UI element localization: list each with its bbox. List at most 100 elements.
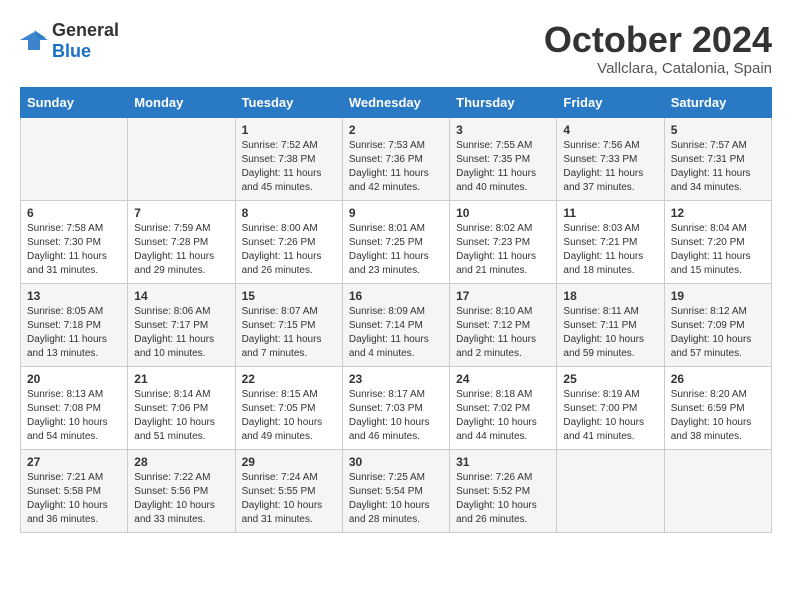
calendar-cell: [128, 117, 235, 200]
day-info: Sunrise: 8:05 AMSunset: 7:18 PMDaylight:…: [27, 305, 121, 361]
day-info: Sunrise: 7:25 AMSunset: 5:54 PMDaylight:…: [349, 471, 443, 527]
day-number: 10: [456, 206, 550, 220]
calendar-cell: 1 Sunrise: 7:52 AMSunset: 7:38 PMDayligh…: [235, 117, 342, 200]
day-number: 22: [242, 372, 336, 386]
calendar-cell: 13 Sunrise: 8:05 AMSunset: 7:18 PMDaylig…: [21, 283, 128, 366]
day-number: 13: [27, 289, 121, 303]
day-info: Sunrise: 7:57 AMSunset: 7:31 PMDaylight:…: [671, 139, 765, 195]
calendar-cell: 26 Sunrise: 8:20 AMSunset: 6:59 PMDaylig…: [664, 366, 771, 449]
day-number: 28: [134, 455, 228, 469]
header-tuesday: Tuesday: [235, 87, 342, 117]
day-number: 18: [563, 289, 657, 303]
day-info: Sunrise: 8:06 AMSunset: 7:17 PMDaylight:…: [134, 305, 228, 361]
day-number: 12: [671, 206, 765, 220]
day-info: Sunrise: 7:21 AMSunset: 5:58 PMDaylight:…: [27, 471, 121, 527]
day-info: Sunrise: 8:00 AMSunset: 7:26 PMDaylight:…: [242, 222, 336, 278]
day-number: 29: [242, 455, 336, 469]
day-info: Sunrise: 8:02 AMSunset: 7:23 PMDaylight:…: [456, 222, 550, 278]
header-wednesday: Wednesday: [342, 87, 449, 117]
calendar-week-3: 13 Sunrise: 8:05 AMSunset: 7:18 PMDaylig…: [21, 283, 772, 366]
day-number: 15: [242, 289, 336, 303]
logo: General Blue: [20, 20, 119, 62]
header-thursday: Thursday: [450, 87, 557, 117]
header-saturday: Saturday: [664, 87, 771, 117]
calendar-cell: 8 Sunrise: 8:00 AMSunset: 7:26 PMDayligh…: [235, 200, 342, 283]
day-info: Sunrise: 8:04 AMSunset: 7:20 PMDaylight:…: [671, 222, 765, 278]
day-info: Sunrise: 7:26 AMSunset: 5:52 PMDaylight:…: [456, 471, 550, 527]
day-info: Sunrise: 7:53 AMSunset: 7:36 PMDaylight:…: [349, 139, 443, 195]
month-title: October 2024: [544, 20, 772, 60]
calendar-cell: 15 Sunrise: 8:07 AMSunset: 7:15 PMDaylig…: [235, 283, 342, 366]
calendar-cell: 17 Sunrise: 8:10 AMSunset: 7:12 PMDaylig…: [450, 283, 557, 366]
day-info: Sunrise: 8:19 AMSunset: 7:00 PMDaylight:…: [563, 388, 657, 444]
day-number: 4: [563, 123, 657, 137]
day-number: 26: [671, 372, 765, 386]
day-info: Sunrise: 8:18 AMSunset: 7:02 PMDaylight:…: [456, 388, 550, 444]
calendar-cell: 16 Sunrise: 8:09 AMSunset: 7:14 PMDaylig…: [342, 283, 449, 366]
logo-text: General Blue: [52, 20, 119, 62]
day-info: Sunrise: 7:55 AMSunset: 7:35 PMDaylight:…: [456, 139, 550, 195]
day-info: Sunrise: 8:15 AMSunset: 7:05 PMDaylight:…: [242, 388, 336, 444]
title-block: October 2024 Vallclara, Catalonia, Spain: [544, 20, 772, 77]
header-monday: Monday: [128, 87, 235, 117]
calendar-cell: 7 Sunrise: 7:59 AMSunset: 7:28 PMDayligh…: [128, 200, 235, 283]
day-info: Sunrise: 7:24 AMSunset: 5:55 PMDaylight:…: [242, 471, 336, 527]
calendar-week-2: 6 Sunrise: 7:58 AMSunset: 7:30 PMDayligh…: [21, 200, 772, 283]
calendar-cell: 12 Sunrise: 8:04 AMSunset: 7:20 PMDaylig…: [664, 200, 771, 283]
day-info: Sunrise: 8:11 AMSunset: 7:11 PMDaylight:…: [563, 305, 657, 361]
day-number: 20: [27, 372, 121, 386]
day-number: 16: [349, 289, 443, 303]
day-number: 5: [671, 123, 765, 137]
day-number: 1: [242, 123, 336, 137]
header-sunday: Sunday: [21, 87, 128, 117]
calendar-cell: 27 Sunrise: 7:21 AMSunset: 5:58 PMDaylig…: [21, 449, 128, 532]
day-info: Sunrise: 7:56 AMSunset: 7:33 PMDaylight:…: [563, 139, 657, 195]
day-number: 23: [349, 372, 443, 386]
calendar-cell: 29 Sunrise: 7:24 AMSunset: 5:55 PMDaylig…: [235, 449, 342, 532]
day-number: 7: [134, 206, 228, 220]
day-info: Sunrise: 7:58 AMSunset: 7:30 PMDaylight:…: [27, 222, 121, 278]
day-info: Sunrise: 8:13 AMSunset: 7:08 PMDaylight:…: [27, 388, 121, 444]
calendar-cell: 9 Sunrise: 8:01 AMSunset: 7:25 PMDayligh…: [342, 200, 449, 283]
day-info: Sunrise: 8:03 AMSunset: 7:21 PMDaylight:…: [563, 222, 657, 278]
day-number: 6: [27, 206, 121, 220]
header-row: Sunday Monday Tuesday Wednesday Thursday…: [21, 87, 772, 117]
calendar-cell: 3 Sunrise: 7:55 AMSunset: 7:35 PMDayligh…: [450, 117, 557, 200]
calendar-week-5: 27 Sunrise: 7:21 AMSunset: 5:58 PMDaylig…: [21, 449, 772, 532]
logo-bird-icon: [20, 30, 48, 52]
calendar-cell: 19 Sunrise: 8:12 AMSunset: 7:09 PMDaylig…: [664, 283, 771, 366]
calendar-cell: 22 Sunrise: 8:15 AMSunset: 7:05 PMDaylig…: [235, 366, 342, 449]
day-number: 24: [456, 372, 550, 386]
day-number: 30: [349, 455, 443, 469]
day-info: Sunrise: 8:09 AMSunset: 7:14 PMDaylight:…: [349, 305, 443, 361]
page-header: General Blue October 2024 Vallclara, Cat…: [20, 20, 772, 77]
calendar-cell: 18 Sunrise: 8:11 AMSunset: 7:11 PMDaylig…: [557, 283, 664, 366]
day-info: Sunrise: 8:12 AMSunset: 7:09 PMDaylight:…: [671, 305, 765, 361]
calendar-cell: 11 Sunrise: 8:03 AMSunset: 7:21 PMDaylig…: [557, 200, 664, 283]
day-info: Sunrise: 7:22 AMSunset: 5:56 PMDaylight:…: [134, 471, 228, 527]
calendar-week-1: 1 Sunrise: 7:52 AMSunset: 7:38 PMDayligh…: [21, 117, 772, 200]
day-info: Sunrise: 8:07 AMSunset: 7:15 PMDaylight:…: [242, 305, 336, 361]
day-number: 8: [242, 206, 336, 220]
day-info: Sunrise: 8:14 AMSunset: 7:06 PMDaylight:…: [134, 388, 228, 444]
day-info: Sunrise: 8:10 AMSunset: 7:12 PMDaylight:…: [456, 305, 550, 361]
calendar-cell: 14 Sunrise: 8:06 AMSunset: 7:17 PMDaylig…: [128, 283, 235, 366]
day-number: 21: [134, 372, 228, 386]
day-info: Sunrise: 7:52 AMSunset: 7:38 PMDaylight:…: [242, 139, 336, 195]
calendar-cell: 25 Sunrise: 8:19 AMSunset: 7:00 PMDaylig…: [557, 366, 664, 449]
day-info: Sunrise: 8:01 AMSunset: 7:25 PMDaylight:…: [349, 222, 443, 278]
day-number: 3: [456, 123, 550, 137]
calendar-cell: 10 Sunrise: 8:02 AMSunset: 7:23 PMDaylig…: [450, 200, 557, 283]
logo-general: General: [52, 20, 119, 40]
day-number: 25: [563, 372, 657, 386]
calendar-cell: 4 Sunrise: 7:56 AMSunset: 7:33 PMDayligh…: [557, 117, 664, 200]
day-number: 31: [456, 455, 550, 469]
logo-blue: Blue: [52, 41, 91, 61]
calendar-cell: 2 Sunrise: 7:53 AMSunset: 7:36 PMDayligh…: [342, 117, 449, 200]
calendar-cell: 24 Sunrise: 8:18 AMSunset: 7:02 PMDaylig…: [450, 366, 557, 449]
calendar-table: Sunday Monday Tuesday Wednesday Thursday…: [20, 87, 772, 533]
calendar-cell: 30 Sunrise: 7:25 AMSunset: 5:54 PMDaylig…: [342, 449, 449, 532]
calendar-week-4: 20 Sunrise: 8:13 AMSunset: 7:08 PMDaylig…: [21, 366, 772, 449]
day-number: 27: [27, 455, 121, 469]
day-info: Sunrise: 8:20 AMSunset: 6:59 PMDaylight:…: [671, 388, 765, 444]
